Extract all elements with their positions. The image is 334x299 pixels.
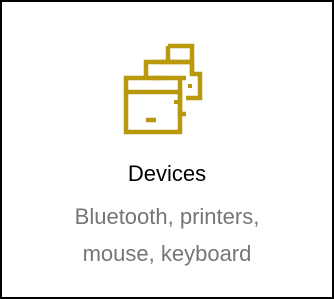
tile-description-line: mouse, keyboard <box>82 241 252 266</box>
tile-description: Bluetooth, printers, mouse, keyboard <box>2 198 332 272</box>
tile-title: Devices <box>127 161 207 186</box>
devices-settings-tile[interactable]: Devices Bluetooth, printers, mouse, keyb… <box>0 0 334 299</box>
devices-printer-icon <box>122 40 212 136</box>
tile-description-line: Bluetooth, printers, <box>74 204 260 229</box>
